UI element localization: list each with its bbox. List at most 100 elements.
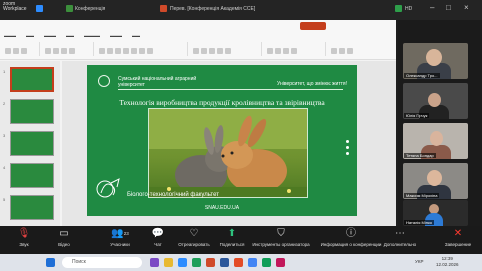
slide-divider bbox=[118, 89, 343, 90]
more-label: Дополнительно bbox=[383, 242, 417, 247]
slide-website: SNAU.EDU.UA bbox=[204, 205, 240, 211]
windows-start-icon[interactable] bbox=[46, 258, 55, 267]
host-tools-button[interactable]: ⛉ Инструменты организатора bbox=[246, 228, 316, 247]
participant-name: Максим Мірохіна bbox=[404, 193, 440, 198]
participant-video[interactable]: Наталія Мінко bbox=[403, 200, 468, 226]
brand-line-2: Workplace bbox=[3, 6, 27, 12]
meeting-shield-icon bbox=[66, 5, 73, 12]
task-view-icon[interactable] bbox=[150, 258, 159, 267]
file-explorer-icon[interactable] bbox=[164, 258, 173, 267]
slide-thumbnail[interactable] bbox=[10, 67, 54, 92]
end-call-icon: ✕ bbox=[453, 228, 463, 239]
system-clock[interactable]: 12:39 12.02.2026 bbox=[436, 256, 459, 268]
ribbon-group-editing bbox=[330, 42, 390, 56]
participant-name: Наталія Мінко bbox=[404, 220, 434, 225]
ribbon-group-slides bbox=[44, 42, 94, 56]
ppt-ribbon: ▬▬▬ ▬▬ ▬▬▬ ▬▬ ▬▬▬▬ ▬▬▬ ▬▬ bbox=[0, 20, 396, 60]
slide-thumbnail[interactable] bbox=[10, 99, 54, 124]
zoom-app-icon[interactable] bbox=[36, 5, 43, 12]
edge-browser-icon[interactable] bbox=[192, 258, 201, 267]
chrome-taskbar-icon[interactable] bbox=[248, 258, 257, 267]
participant-video[interactable]: Юлія Гірчук bbox=[403, 83, 468, 119]
participant-name: Олександр Тро... bbox=[404, 73, 440, 78]
meeting-info-label: Информация о конференции bbox=[320, 242, 382, 247]
app-taskbar-icon[interactable] bbox=[276, 258, 285, 267]
host-tools-label: Инструменты организатора bbox=[252, 242, 310, 247]
participant-video[interactable]: Максим Мірохіна bbox=[403, 163, 468, 199]
meeting-controls: 🎙 Звук ▭ Відео 👥23 Учасники 💬 Чат ♡ Отре… bbox=[0, 226, 482, 254]
taskbar-search[interactable]: Поиск bbox=[62, 257, 142, 268]
share-label: Поделиться bbox=[219, 242, 245, 247]
participant-video[interactable]: Олександр Тро... bbox=[403, 43, 468, 79]
nav-dot[interactable] bbox=[346, 140, 349, 143]
more-dots-icon: ⋯ bbox=[395, 228, 405, 239]
ribbon-group-paragraph bbox=[192, 42, 262, 56]
minimize-icon[interactable]: – bbox=[430, 4, 434, 12]
participant-video[interactable]: Тетяна Бондар bbox=[403, 123, 468, 159]
clock-date: 12.02.2026 bbox=[436, 262, 459, 267]
conference-label[interactable]: Конференція bbox=[75, 6, 105, 12]
hd-label: HD bbox=[405, 6, 413, 12]
thumb-number: 4 bbox=[3, 165, 6, 170]
search-placeholder: Поиск bbox=[72, 259, 86, 265]
windows-taskbar: Поиск УКР 12:39 12.02.2026 bbox=[0, 254, 482, 271]
video-label: Відео bbox=[58, 242, 70, 247]
audio-label: Звук bbox=[19, 242, 29, 247]
slide-thumbnail[interactable] bbox=[10, 163, 54, 188]
zoom-logo: zoom Workplace bbox=[3, 2, 27, 12]
thumb-number: 2 bbox=[3, 101, 6, 106]
react-label: Отреагировать bbox=[178, 242, 210, 247]
ribbon-tab[interactable]: ▬▬ bbox=[132, 33, 140, 38]
ribbon-tab[interactable]: ▬▬ bbox=[26, 33, 34, 38]
nav-dot[interactable] bbox=[346, 152, 349, 155]
app-taskbar-icon[interactable] bbox=[234, 258, 243, 267]
current-slide: Сумський національний аграрний університ… bbox=[87, 65, 357, 216]
participant-name: Юлія Гірчук bbox=[404, 113, 430, 118]
ribbon-group-font bbox=[98, 42, 188, 56]
video-button[interactable]: ▭ Відео bbox=[40, 228, 88, 247]
ribbon-tab[interactable]: ▬▬▬ bbox=[110, 33, 122, 38]
slide-faculty: Біолого-технологічний факультет bbox=[127, 192, 219, 198]
screen: zoom Workplace Конференція Перев. [Конфе… bbox=[0, 0, 482, 271]
word-taskbar-icon[interactable] bbox=[220, 258, 229, 267]
university-logo-icon bbox=[98, 75, 110, 87]
rabbits-illustration bbox=[149, 109, 307, 197]
maximize-icon[interactable]: □ bbox=[446, 4, 451, 12]
ribbon-tabs: ▬▬▬ ▬▬ ▬▬▬ ▬▬ ▬▬▬▬ ▬▬▬ ▬▬ bbox=[4, 33, 140, 38]
ribbon-group-drawing bbox=[266, 42, 326, 56]
end-meeting-button[interactable]: ✕ Завершение bbox=[434, 228, 482, 247]
security-icon[interactable] bbox=[395, 5, 402, 12]
participant-name: Тетяна Бондар bbox=[404, 153, 436, 158]
nav-dot[interactable] bbox=[346, 146, 349, 149]
app-taskbar-icon[interactable] bbox=[262, 258, 271, 267]
ppt-share-button[interactable] bbox=[300, 22, 326, 30]
zoom-taskbar-icon[interactable] bbox=[178, 258, 187, 267]
zoom-top-bar: zoom Workplace Конференція Перев. [Конфе… bbox=[0, 0, 482, 20]
powerpoint-icon bbox=[160, 5, 167, 12]
thumb-number: 1 bbox=[3, 69, 6, 74]
more-button[interactable]: ⋯ Дополнительно bbox=[376, 228, 424, 247]
chat-label: Чат bbox=[154, 242, 162, 247]
shield-icon: ⛉ bbox=[277, 228, 285, 239]
ribbon-group-clipboard bbox=[4, 42, 40, 56]
shared-window-title: Перев. [Конференція Академія ССЕ] bbox=[170, 6, 256, 12]
ribbon-tab[interactable]: ▬▬▬ bbox=[4, 33, 16, 38]
slide-thumbnail[interactable] bbox=[10, 131, 54, 156]
participants-label: Учасники bbox=[110, 242, 130, 247]
slide-thumbnails: 1 2 3 4 5 bbox=[0, 61, 60, 226]
close-icon[interactable]: × bbox=[464, 4, 469, 12]
slide-university-name: Сумський національний аграрний університ… bbox=[118, 76, 197, 88]
ribbon-tab[interactable]: ▬▬▬ bbox=[44, 33, 56, 38]
slide-motto: Університет, що змінює життя! bbox=[277, 81, 347, 87]
powerpoint-taskbar-icon[interactable] bbox=[206, 258, 215, 267]
participants-count: 23 bbox=[123, 231, 129, 236]
slide-heading: Технологія виробництва продукції кролівн… bbox=[119, 98, 325, 107]
ribbon-tab[interactable]: ▬▬▬▬ bbox=[84, 33, 100, 38]
thumb-number: 5 bbox=[3, 197, 6, 202]
slide-thumbnail[interactable] bbox=[10, 195, 54, 220]
participants-gallery: Олександр Тро... Юлія Гірчук Тетяна Бонд… bbox=[398, 20, 482, 226]
faculty-logo-icon bbox=[96, 178, 120, 198]
language-indicator[interactable]: УКР bbox=[415, 259, 423, 264]
slide-nav-dots bbox=[346, 140, 349, 158]
ribbon-tab[interactable]: ▬▬ bbox=[66, 33, 74, 38]
